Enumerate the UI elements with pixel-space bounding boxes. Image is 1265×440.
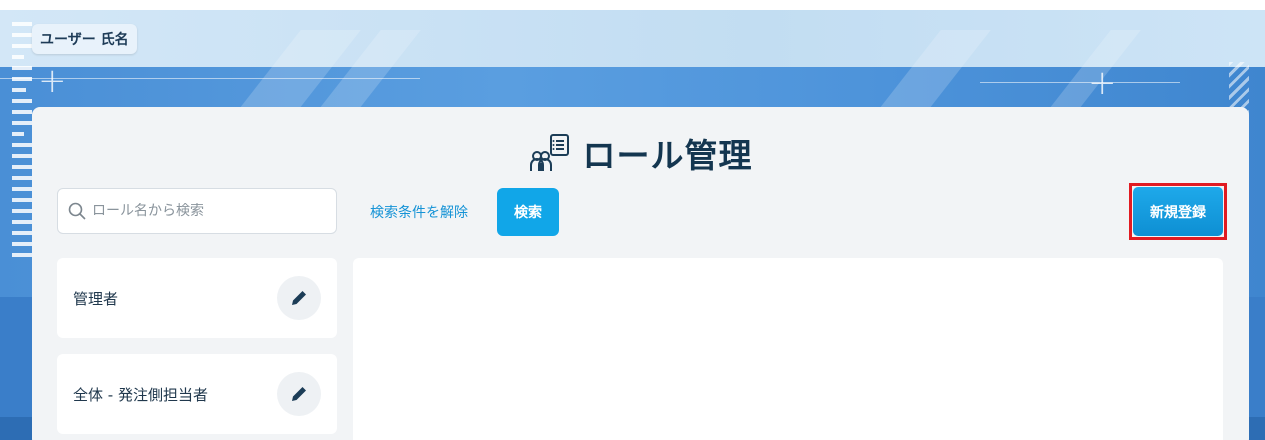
pencil-icon (292, 291, 306, 305)
page-title: ロール管理 (582, 136, 753, 175)
clear-search-link[interactable]: 検索条件を解除 (370, 202, 468, 222)
search-icon (68, 202, 86, 220)
decor-plus: + (1088, 63, 1117, 103)
page-header: ロール管理 (32, 129, 1249, 177)
background-top (0, 10, 1265, 67)
edit-role-button[interactable] (277, 372, 321, 416)
role-label: 全体 - 発注側担当者 (73, 385, 208, 404)
role-detail-area (353, 258, 1223, 440)
edit-role-button[interactable] (277, 276, 321, 320)
decor-plus: + (38, 61, 67, 101)
decor-bars (12, 22, 32, 264)
new-register-button[interactable]: 新規登録 (1133, 187, 1223, 236)
search-button[interactable]: 検索 (497, 188, 559, 236)
search-box[interactable] (57, 188, 337, 234)
search-input[interactable] (92, 203, 322, 219)
user-name-chip[interactable]: ユーザー 氏名 (32, 24, 137, 54)
role-management-icon (529, 133, 571, 173)
main-panel: ロール管理 検索条件を解除 検索 新規登録 管理者 全体 - 発注側担当者 (32, 107, 1249, 440)
decor-line (980, 82, 1180, 83)
role-list-item[interactable]: 全体 - 発注側担当者 (57, 354, 337, 434)
user-name: ユーザー 氏名 (40, 32, 129, 48)
role-label: 管理者 (73, 289, 119, 308)
pencil-icon (292, 387, 306, 401)
role-list-item[interactable]: 管理者 (57, 258, 337, 338)
